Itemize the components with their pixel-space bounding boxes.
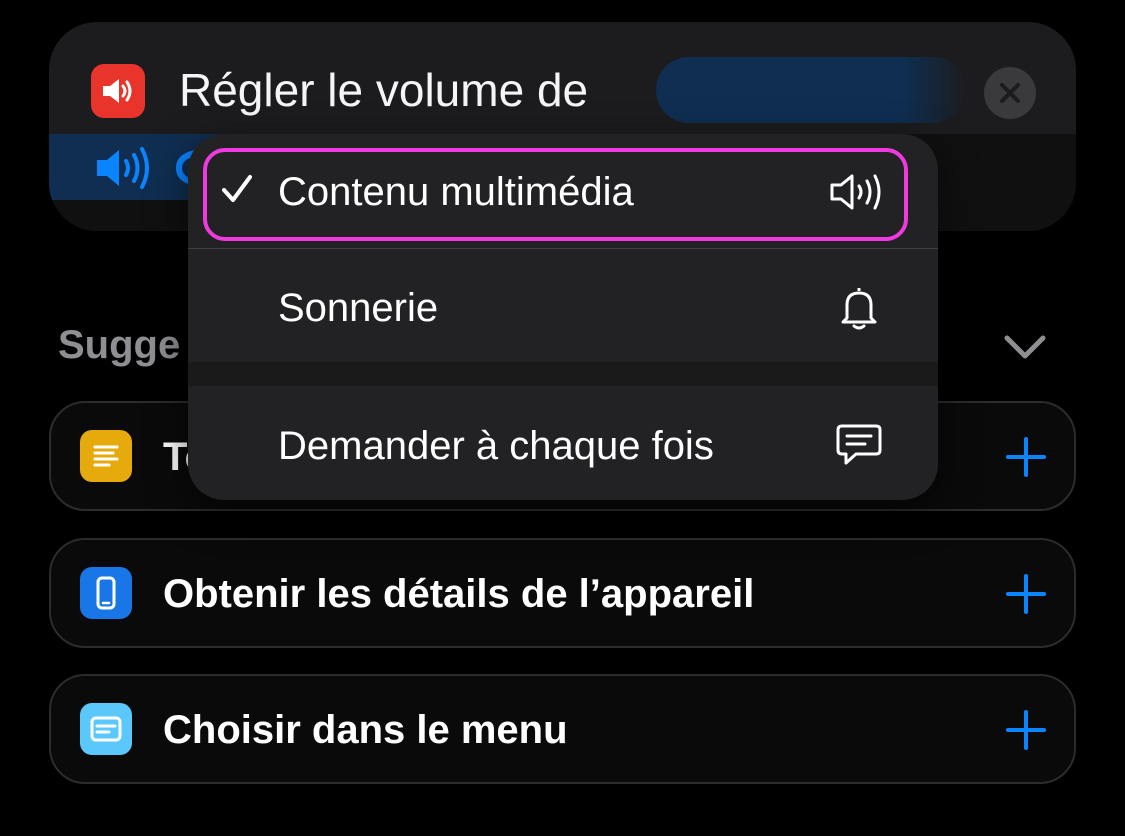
menu-item-ringtone[interactable]: Sonnerie	[188, 249, 938, 362]
plus-icon[interactable]	[1004, 435, 1048, 479]
suggestions-header: Sugge	[58, 323, 181, 367]
suggestion-item[interactable]: Choisir dans le menu	[49, 674, 1076, 784]
menu-item-label: Demander à chaque fois	[278, 424, 714, 468]
speaker-icon	[91, 64, 145, 118]
close-icon	[1000, 83, 1020, 103]
speech-bubble-icon	[836, 424, 882, 465]
suggestion-label: Choisir dans le menu	[163, 708, 568, 752]
plus-icon[interactable]	[1004, 572, 1048, 616]
close-button[interactable]	[984, 67, 1036, 119]
speaker-wave-icon	[830, 174, 881, 210]
shortcut-editor: Régler le volume de Sugge To Obtenir les…	[0, 0, 1125, 836]
text-lines-icon	[80, 430, 132, 482]
checkmark-icon	[222, 175, 252, 202]
suggestion-label: Obtenir les détails de l’appareil	[163, 572, 755, 616]
volume-parameter[interactable]	[656, 57, 966, 123]
volume-type-menu: Contenu multimédia Sonnerie Demander à c…	[188, 134, 938, 500]
chevron-down-icon[interactable]	[1003, 333, 1047, 361]
phone-icon	[80, 567, 132, 619]
menu-item-label: Sonnerie	[278, 286, 439, 330]
menu-item-media[interactable]: Contenu multimédia	[188, 134, 938, 248]
menu-section-separator	[188, 362, 938, 386]
menu-card-icon	[80, 703, 132, 755]
suggestion-item[interactable]: Obtenir les détails de l’appareil	[49, 538, 1076, 648]
bell-icon	[841, 288, 877, 330]
menu-item-label: Contenu multimédia	[278, 170, 634, 214]
action-title: Régler le volume de	[179, 64, 589, 116]
plus-icon[interactable]	[1004, 708, 1048, 752]
speaker-wave-icon	[97, 147, 149, 189]
menu-item-ask-each-time[interactable]: Demander à chaque fois	[188, 386, 938, 500]
